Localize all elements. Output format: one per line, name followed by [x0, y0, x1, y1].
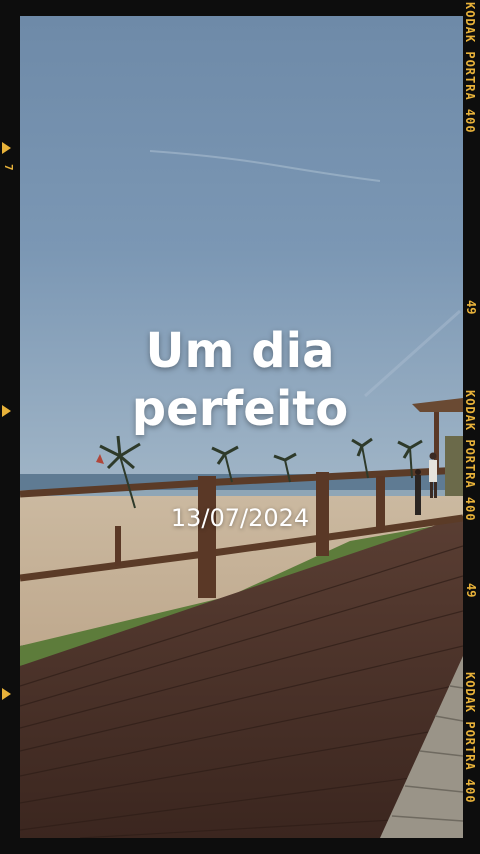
film-brand-label: KODAK PORTRA 400 — [463, 672, 477, 804]
film-frame: KODAK PORTRA 400 49 KODAK PORTRA 400 49 … — [0, 0, 480, 854]
frame-marker-number: 7 — [2, 164, 15, 171]
overlay-date: 13/07/2024 — [170, 504, 310, 532]
overlay-title: Um dia perfeito — [0, 322, 480, 438]
frame-number: 49 — [464, 583, 478, 598]
title-line: perfeito — [131, 381, 349, 437]
frame-number: 49 — [464, 300, 478, 315]
frame-marker-icon — [2, 688, 11, 700]
film-brand-label: KODAK PORTRA 400 — [463, 2, 477, 134]
frame-marker-icon — [2, 142, 11, 154]
title-line: Um dia — [145, 323, 335, 379]
